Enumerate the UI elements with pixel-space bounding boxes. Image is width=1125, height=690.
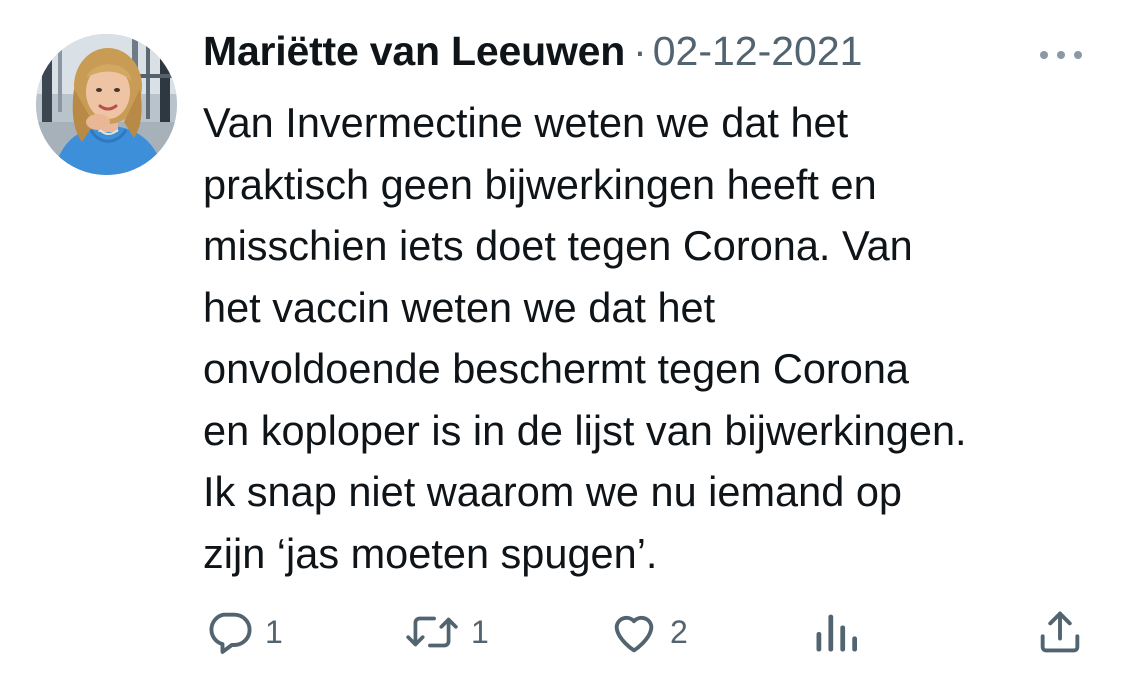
views-button[interactable]: [812, 600, 860, 664]
tweet: Mariëtte van Leeuwen · 02-12-2021 Van In…: [0, 0, 1125, 690]
tweet-date[interactable]: 02-12-2021: [653, 28, 863, 75]
author-name[interactable]: Mariëtte van Leeuwen: [203, 28, 625, 75]
avatar-image: [36, 34, 177, 175]
retweet-button[interactable]: 1: [403, 600, 489, 664]
tweet-text-line: onvoldoende beschermt tegen Corona: [203, 345, 909, 392]
tweet-text: Van Invermectine weten we dat het prakti…: [203, 92, 1103, 584]
reply-count: 1: [265, 613, 283, 650]
more-options-button[interactable]: [1036, 40, 1086, 70]
heart-icon: [614, 615, 654, 653]
share-upload-icon: [1040, 611, 1080, 653]
tweet-text-line: Van Invermectine weten we dat het: [203, 99, 849, 146]
share-button[interactable]: [1034, 600, 1086, 664]
reply-button[interactable]: 1: [203, 600, 283, 664]
tweet-text-line: Ik snap niet waarom we nu iemand op: [203, 468, 902, 515]
tweet-header: Mariëtte van Leeuwen · 02-12-2021: [203, 28, 862, 84]
retweet-count: 1: [471, 613, 489, 650]
like-count: 2: [670, 613, 688, 650]
tweet-text-line: zijn ‘jas moeten spugen’.: [203, 529, 658, 577]
tweet-actions: 1 1 2: [0, 600, 1125, 664]
avatar[interactable]: [36, 34, 177, 175]
retweet-icon: [406, 616, 458, 648]
like-button[interactable]: 2: [608, 600, 688, 664]
more-horizontal-icon: [1040, 51, 1082, 59]
tweet-text-line: en koploper is in de lijst van bijwerkin…: [203, 406, 967, 454]
tweet-text-line: het vaccin weten we dat het: [203, 283, 716, 331]
tweet-text-line: misschien iets doet tegen Corona. Van: [203, 222, 913, 269]
analytics-bars-icon: [816, 614, 858, 652]
tweet-text-line: praktisch geen bijwerkingen heeft en: [203, 160, 877, 208]
reply-bubble-icon: [209, 612, 252, 654]
header-separator: ·: [633, 28, 647, 74]
